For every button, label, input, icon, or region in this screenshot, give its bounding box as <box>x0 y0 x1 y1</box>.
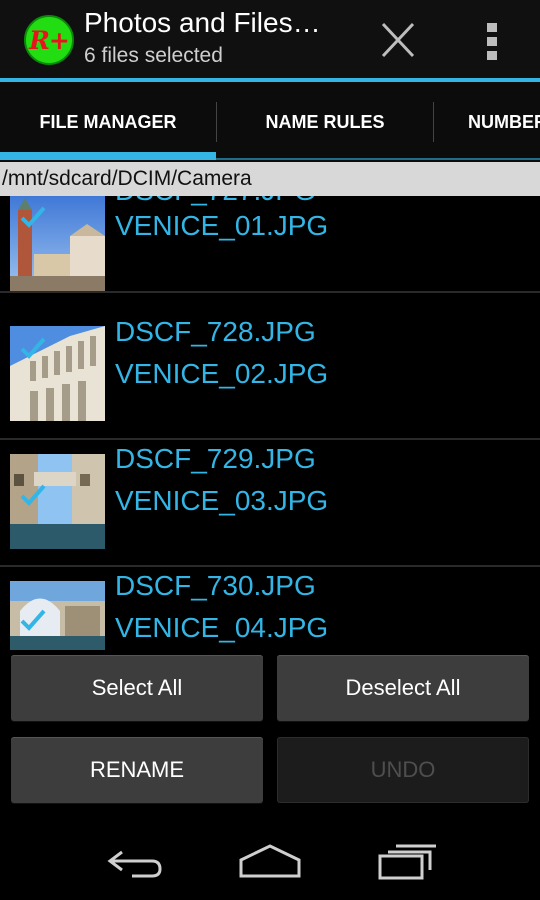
tab-name-rules[interactable]: NAME RULES <box>217 82 433 162</box>
original-filename: DSCF_729.JPG <box>115 443 316 474</box>
file-row[interactable]: DSCF_729.JPG VENICE_03.JPG <box>0 440 540 567</box>
action-bar: R+ Photos and Files… 6 files selected <box>0 0 540 78</box>
undo-button[interactable]: UNDO <box>277 737 529 803</box>
deselect-all-button[interactable]: Deselect All <box>277 655 529 721</box>
tab-number[interactable]: NUMBER <box>434 82 540 162</box>
tab-file-manager[interactable]: FILE MANAGER <box>0 82 216 162</box>
current-path: /mnt/sdcard/DCIM/Camera <box>0 162 540 196</box>
original-filename: DSCF_727.JPG <box>115 196 316 207</box>
app-logo-icon[interactable]: R+ <box>24 15 74 65</box>
new-filename: VENICE_01.JPG <box>115 210 329 241</box>
original-filename: DSCF_728.JPG <box>115 316 316 347</box>
tab-bar: FILE MANAGER NAME RULES NUMBER <box>0 82 540 162</box>
file-list[interactable]: DSCF_727.JPG VENICE_01.JPG DSCF_728.JPG … <box>0 196 540 650</box>
file-row[interactable]: DSCF_727.JPG VENICE_01.JPG <box>0 196 540 303</box>
close-icon[interactable] <box>373 20 423 60</box>
file-row[interactable]: DSCF_730.JPG VENICE_04.JPG <box>0 567 540 650</box>
row-divider <box>0 291 540 293</box>
checkbox-checked-icon[interactable] <box>18 480 48 510</box>
recent-apps-icon[interactable] <box>372 838 442 884</box>
back-icon[interactable] <box>100 838 170 884</box>
select-all-button[interactable]: Select All <box>11 655 263 721</box>
new-filename: VENICE_03.JPG <box>115 485 329 516</box>
new-filename: VENICE_02.JPG <box>115 358 329 389</box>
original-filename: DSCF_730.JPG <box>115 570 316 601</box>
overflow-menu-icon[interactable] <box>472 18 512 64</box>
checkbox-checked-icon[interactable] <box>18 333 48 363</box>
checkbox-checked-icon[interactable] <box>18 605 48 635</box>
selection-count: 6 files selected <box>84 44 223 67</box>
rename-button[interactable]: RENAME <box>11 737 263 803</box>
home-icon[interactable] <box>235 838 305 884</box>
tab-selected-indicator <box>0 152 216 160</box>
app-title: Photos and Files… <box>84 7 321 38</box>
system-nav-bar <box>0 820 540 900</box>
file-row[interactable]: DSCF_728.JPG VENICE_02.JPG <box>0 313 540 440</box>
new-filename: VENICE_04.JPG <box>115 612 329 643</box>
checkbox-checked-icon[interactable] <box>18 202 48 232</box>
